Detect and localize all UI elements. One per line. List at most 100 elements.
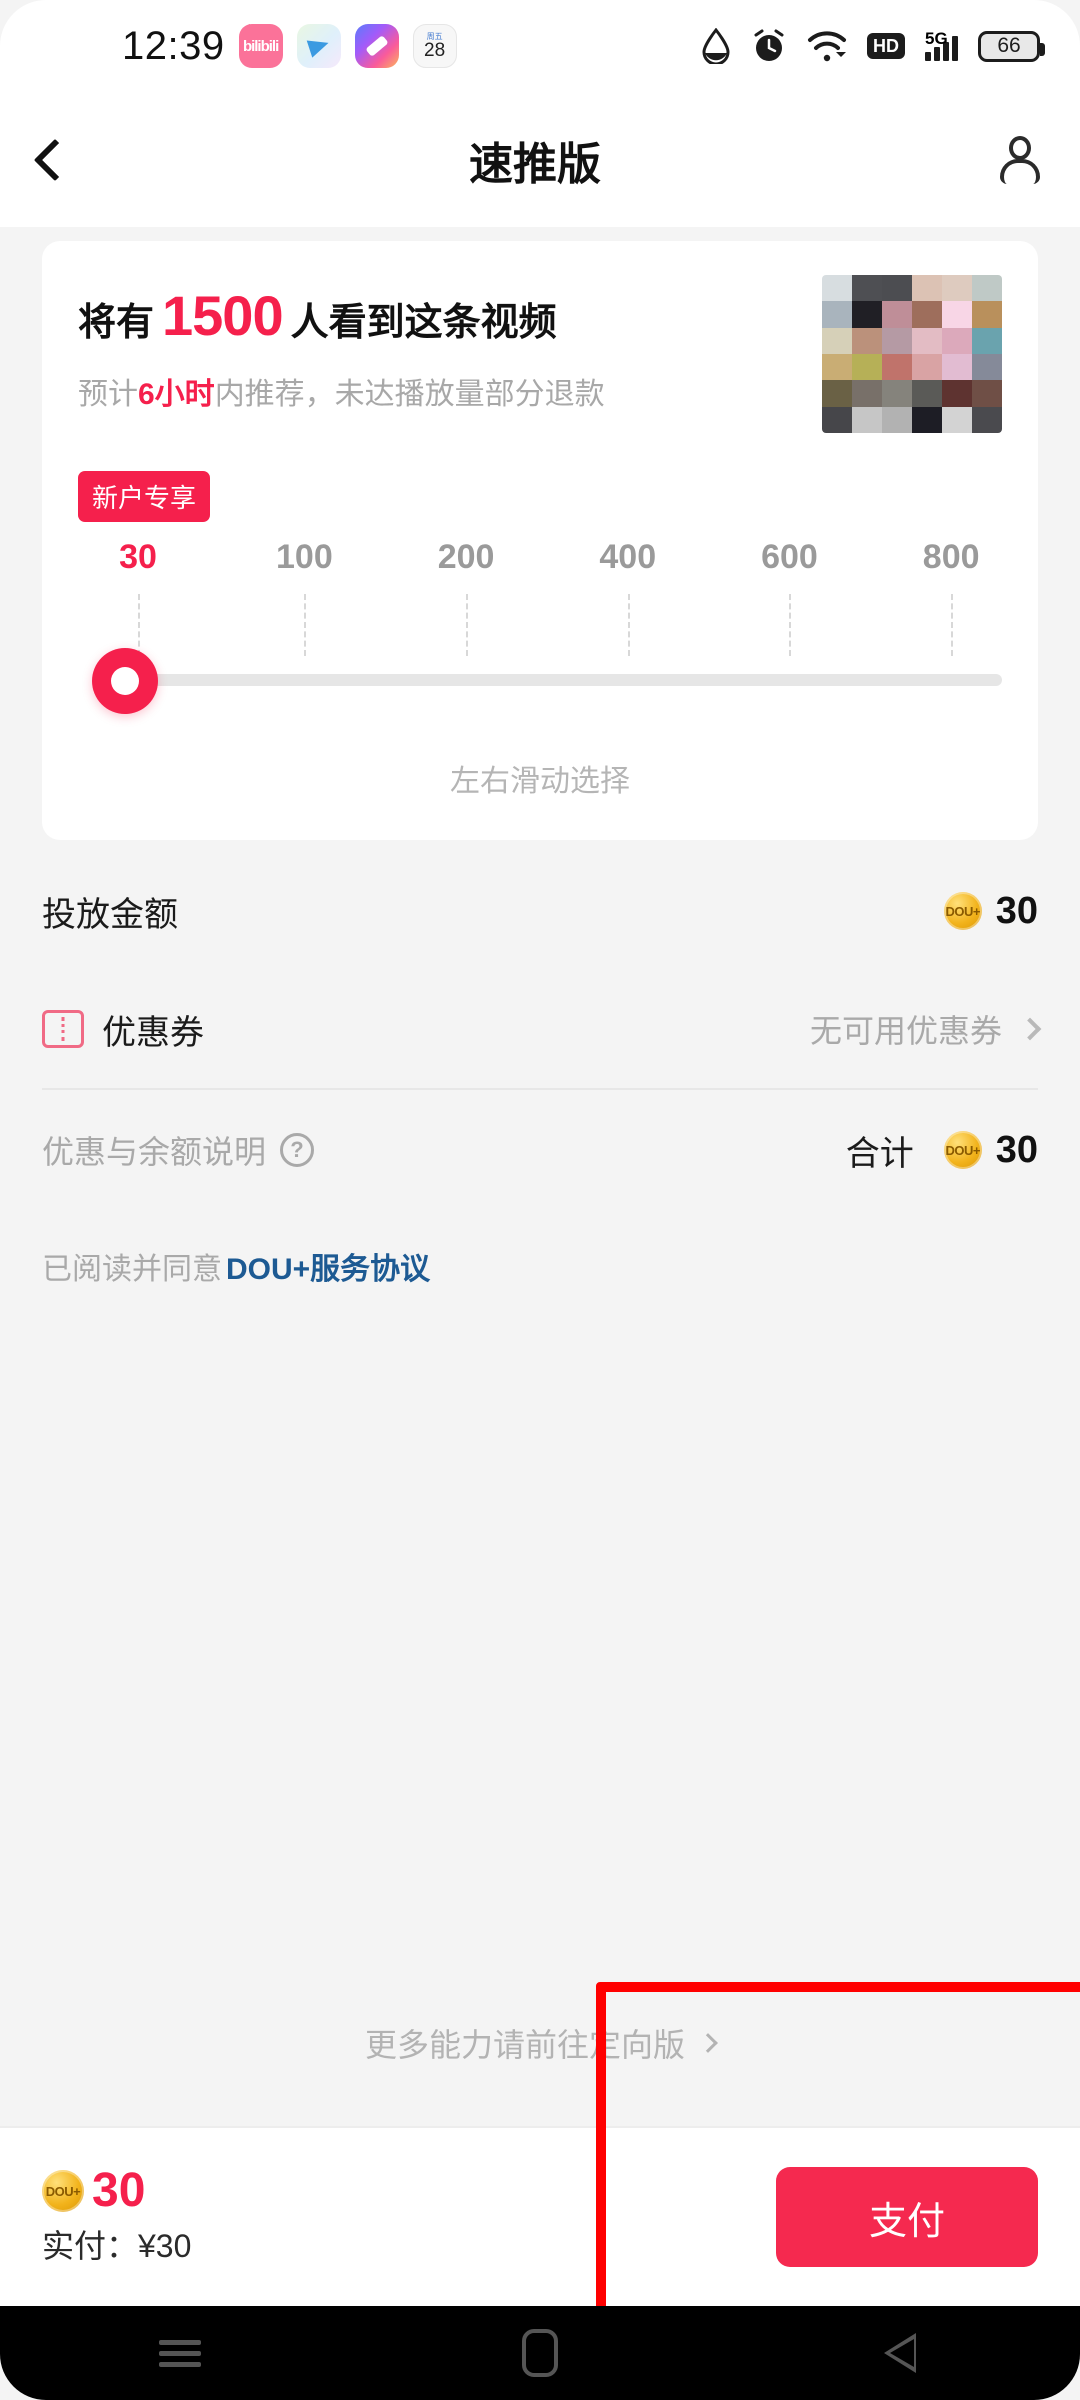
new-user-badge: 新户专享 — [78, 471, 211, 522]
thumbnail-pixel — [882, 354, 912, 381]
headline-suffix: 人看到这条视频 — [290, 302, 557, 344]
bilibili-app-icon[interactable]: bilibili — [238, 24, 283, 68]
thumbnail-pixel — [912, 354, 942, 381]
budget-slider[interactable] — [78, 648, 1002, 714]
chevron-left-icon — [33, 138, 77, 181]
signal-bar-4 — [952, 36, 958, 61]
dou-coin-icon-total: DOU+ — [943, 1131, 982, 1169]
brush-glyph — [364, 35, 389, 57]
payment-bar: DOU+ 30 实付：¥30 支付 — [0, 2126, 1080, 2306]
explain-label[interactable]: 优惠与余额说明 — [42, 1127, 266, 1173]
row-amount-value: 30 — [995, 889, 1038, 932]
home-icon — [522, 2329, 558, 2377]
row-amount-value-group: DOU+ 30 — [943, 889, 1038, 933]
chevron-right-icon-more — [698, 2033, 718, 2053]
thumbnail-pixel — [972, 406, 1002, 433]
total-label: 合计 — [845, 1134, 914, 1173]
slider-track[interactable] — [118, 674, 1002, 686]
slider-thumb[interactable] — [92, 648, 158, 714]
agreement-row: 已阅读并同意 DOU+服务协议 — [0, 1210, 1080, 1288]
thumbnail-pixel — [882, 406, 912, 433]
slider-tick-labels: 30 100 200 400 600 800 — [78, 538, 1002, 594]
row-total: 优惠与余额说明 ? 合计 DOU+ 30 — [0, 1090, 1080, 1210]
thumbnail-pixel — [852, 301, 882, 328]
bilibili-label: bilibili — [242, 37, 279, 55]
back-button[interactable] — [0, 92, 110, 227]
signal-bar-1 — [925, 52, 931, 61]
more-capability-link[interactable]: 更多能力请前往定向版 — [0, 2020, 1080, 2066]
calendar-app-icon[interactable]: 周五 28 — [412, 24, 457, 68]
thumbnail-pixel — [972, 354, 1002, 381]
thumbnail-pixel — [972, 301, 1002, 328]
photo-editor-app-icon[interactable] — [354, 24, 399, 68]
network-type-label: 5G — [925, 29, 948, 48]
promo-card-top: 将有 1500 人看到这条视频 预计6小时内推荐，未达播放量部分退款 — [78, 275, 1002, 433]
thumbnail-pixel — [912, 406, 942, 433]
calendar-day: 28 — [424, 40, 446, 61]
promo-card: 将有 1500 人看到这条视频 预计6小时内推荐，未达播放量部分退款 新户专享 30… — [42, 241, 1038, 840]
total-value: 30 — [995, 1128, 1038, 1171]
thumbnail-pixel — [822, 301, 852, 328]
more-capability-label: 更多能力请前往定向版 — [364, 2027, 685, 2063]
person-body — [1000, 158, 1040, 184]
thumbnail-pixel — [972, 327, 1002, 354]
video-thumbnail[interactable] — [822, 275, 1002, 433]
nav-recents-button[interactable] — [110, 2306, 250, 2400]
detail-rows: 投放金额 DOU+ 30 优惠券 无可用优惠券 — [0, 852, 1080, 1088]
row-amount-label: 投放金额 — [42, 895, 178, 934]
slider-tick-30: 30 — [119, 538, 157, 576]
battery-level: 66 — [997, 34, 1021, 57]
thumbnail-pixel — [852, 275, 882, 302]
thumbnail-pixel — [882, 275, 912, 302]
slider-tick-800: 800 — [922, 538, 980, 576]
signal-5g-icon: 5G — [925, 29, 958, 61]
row-coupon[interactable]: 优惠券 无可用优惠券 — [42, 970, 1042, 1088]
thumbnail-pixel — [972, 275, 1002, 302]
thumbnail-pixel — [852, 327, 882, 354]
row-coupon-label: 优惠券 — [102, 1013, 204, 1052]
row-coupon-value-group[interactable]: 无可用优惠券 — [810, 1006, 1042, 1052]
thumbnail-pixel — [882, 327, 912, 354]
water-drop-icon — [701, 28, 731, 64]
row-amount: 投放金额 DOU+ 30 — [42, 852, 1038, 970]
slider-dash-200 — [466, 594, 469, 656]
thumbnail-pixel — [852, 354, 882, 381]
thumbnail-pixel — [942, 327, 972, 354]
thumbnail-pixel — [942, 380, 972, 407]
telegram-app-icon[interactable] — [296, 24, 341, 68]
agreement-prefix: 已阅读并同意 — [42, 1253, 222, 1286]
payment-coin-row: DOU+ 30 — [42, 2167, 191, 2215]
thumbnail-pixel — [822, 406, 852, 433]
thumbnail-pixel — [912, 327, 942, 354]
agreement-link[interactable]: DOU+服务协议 — [226, 1244, 430, 1288]
nav-back-button[interactable] — [830, 2306, 970, 2400]
payment-actual-amount: 实付：¥30 — [42, 2228, 192, 2264]
account-button[interactable] — [960, 92, 1080, 227]
status-bar-clock: 12:39 — [122, 23, 225, 68]
android-nav-bar — [0, 2306, 1080, 2400]
thumbnail-pixel — [852, 406, 882, 433]
promo-subline: 预计6小时内推荐，未达播放量部分退款 — [78, 375, 822, 414]
alarm-clock-icon — [751, 28, 787, 64]
subline-suffix: 内推荐，未达播放量部分退款 — [214, 378, 605, 411]
promo-text: 将有 1500 人看到这条视频 预计6小时内推荐，未达播放量部分退款 — [78, 275, 822, 414]
status-bar: 12:39 bilibili 周五 28 HD 5G 66 — [0, 0, 1080, 92]
thumbnail-pixel — [972, 380, 1002, 407]
bilibili-ears — [247, 24, 274, 37]
wifi-icon — [807, 29, 847, 63]
slider-dash-100 — [304, 594, 307, 656]
hd-icon: HD — [867, 33, 905, 59]
help-icon[interactable]: ? — [280, 1133, 315, 1167]
thumbnail-pixel — [882, 301, 912, 328]
slider-tick-100: 100 — [276, 538, 333, 576]
thumbnail-pixel — [882, 380, 912, 407]
pay-button[interactable]: 支付 — [776, 2167, 1038, 2267]
signal-bar-2 — [934, 47, 940, 61]
thumbnail-pixel — [942, 301, 972, 328]
thumbnail-pixel — [822, 380, 852, 407]
nav-home-button[interactable] — [470, 2306, 610, 2400]
page-title: 速推版 — [469, 139, 601, 189]
slider-tick-200: 200 — [437, 538, 495, 576]
badge-row: 新户专享 — [78, 471, 1002, 522]
coupon-ticket-icon — [42, 1010, 84, 1048]
